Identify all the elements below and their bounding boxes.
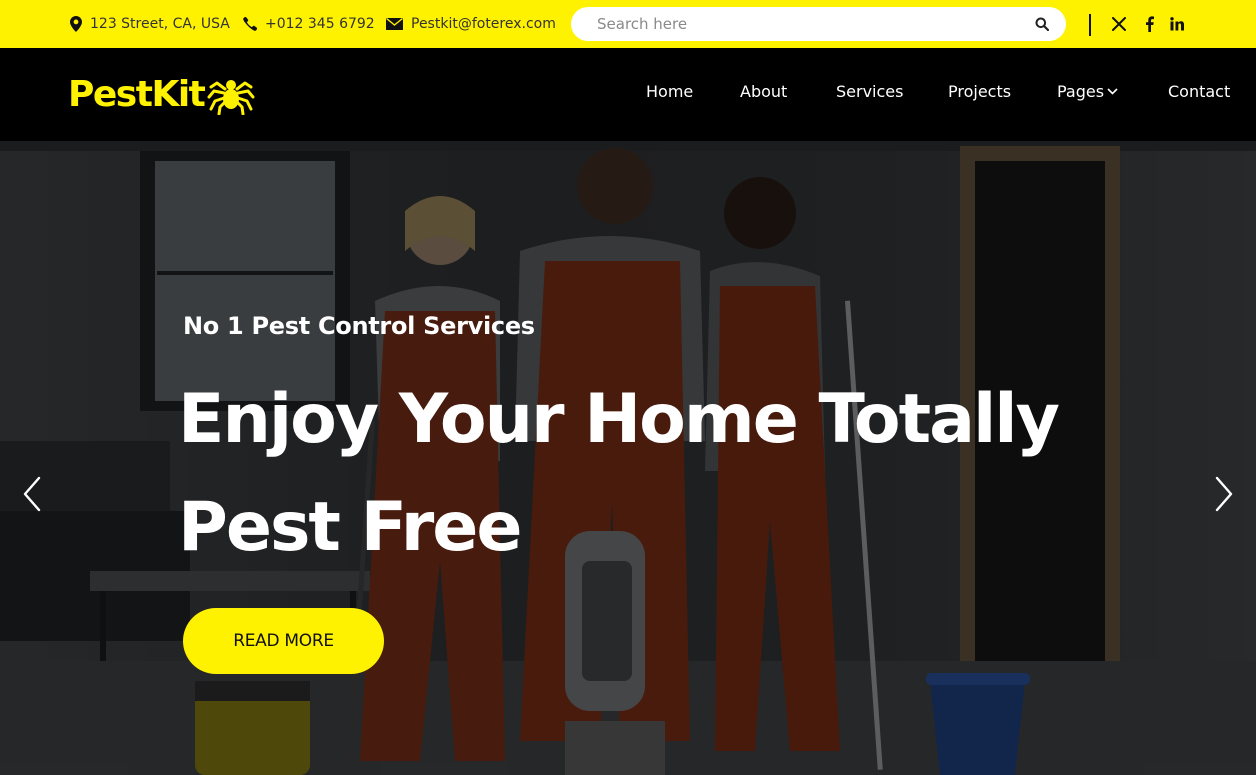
top-bar: 123 Street, CA, USA +012 345 6792 Pestki… — [0, 0, 1256, 48]
nav-services-label: Services — [836, 82, 904, 101]
read-more-button[interactable]: READ MORE — [183, 608, 384, 674]
email-info: Pestkit@foterex.com — [386, 0, 556, 48]
chevron-right-icon[interactable] — [1214, 476, 1234, 512]
chevron-down-icon — [1107, 88, 1118, 95]
search-input[interactable] — [597, 15, 1017, 33]
hero-title: Enjoy Your Home Totally Pest Free — [178, 366, 1078, 582]
nav-contact[interactable]: Contact — [1168, 82, 1230, 101]
hero-subtitle: No 1 Pest Control Services — [183, 312, 535, 340]
facebook-link[interactable] — [1140, 15, 1158, 33]
phone-info: +012 345 6792 — [243, 0, 375, 48]
social-divider — [1089, 14, 1091, 36]
search-box — [571, 7, 1066, 41]
x-icon — [1112, 17, 1126, 31]
nav-pages-label: Pages — [1057, 82, 1105, 101]
brand-name: PestKit — [68, 73, 206, 115]
hero-title-line2: Pest Free — [178, 488, 523, 567]
nav-projects[interactable]: Projects — [948, 82, 1011, 101]
phone-text: +012 345 6792 — [265, 16, 375, 32]
chevron-left-icon[interactable] — [22, 476, 42, 512]
nav-pages-dropdown[interactable]: Pages — [1057, 82, 1118, 101]
nav-home[interactable]: Home — [646, 82, 693, 101]
hero-carousel: No 1 Pest Control Services Enjoy Your Ho… — [0, 141, 1256, 775]
nav-home-label: Home — [646, 82, 694, 101]
email-text[interactable]: Pestkit@foterex.com — [411, 16, 556, 32]
nav-about-label: About — [740, 82, 788, 101]
nav-about[interactable]: About — [740, 82, 787, 101]
nav-contact-label: Contact — [1168, 82, 1231, 101]
main-navbar: PestKit Home About Services Projects Pag… — [0, 48, 1256, 141]
spider-icon — [207, 80, 255, 115]
envelope-icon — [386, 18, 403, 30]
hero-title-line1: Enjoy Your Home Totally — [178, 380, 1060, 459]
facebook-icon — [1145, 16, 1154, 32]
linkedin-icon — [1170, 17, 1184, 31]
location-pin-icon — [70, 16, 82, 32]
brand-logo[interactable]: PestKit — [68, 72, 255, 116]
search-icon[interactable] — [1035, 17, 1049, 31]
address-text: 123 Street, CA, USA — [90, 16, 230, 32]
address-info: 123 Street, CA, USA — [70, 0, 230, 48]
phone-icon — [243, 17, 257, 31]
linkedin-link[interactable] — [1168, 15, 1186, 33]
nav-projects-label: Projects — [948, 82, 1012, 101]
nav-services[interactable]: Services — [836, 82, 903, 101]
x-twitter-link[interactable] — [1110, 15, 1128, 33]
